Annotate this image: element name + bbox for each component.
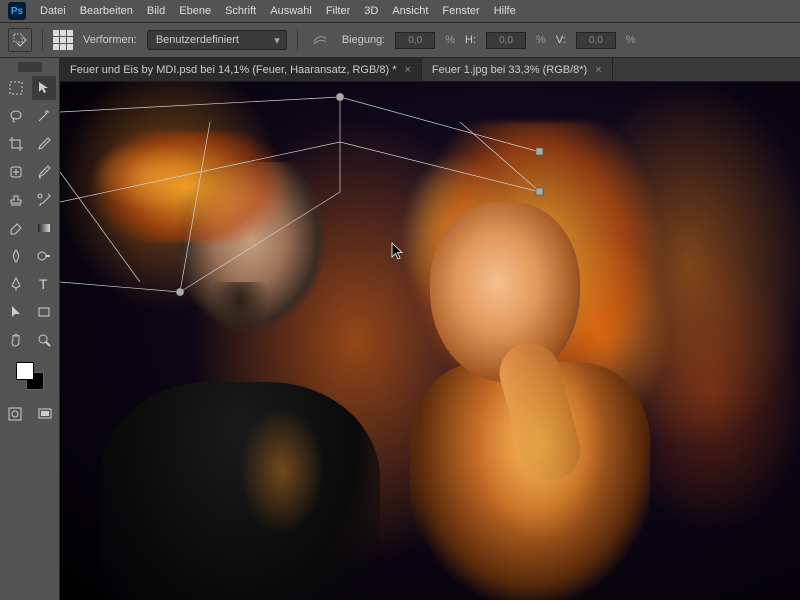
warp-label: Verformen: bbox=[83, 34, 137, 46]
h-label: H: bbox=[465, 34, 476, 46]
divider bbox=[42, 29, 43, 51]
menu-schrift[interactable]: Schrift bbox=[225, 5, 256, 17]
options-bar: Verformen: Benutzerdefiniert Biegung: % … bbox=[0, 22, 800, 58]
percent-sign: % bbox=[626, 34, 636, 46]
bend-input[interactable] bbox=[395, 32, 435, 49]
move-tool[interactable] bbox=[32, 76, 56, 100]
crop-tool[interactable] bbox=[4, 132, 28, 156]
canvas[interactable] bbox=[60, 82, 800, 600]
toolbox: T bbox=[0, 58, 60, 600]
tab-label: Feuer und Eis by MDI.psd bei 14,1% (Feue… bbox=[70, 64, 396, 76]
zoom-tool[interactable] bbox=[32, 328, 56, 352]
menu-bild[interactable]: Bild bbox=[147, 5, 165, 17]
eraser-tool[interactable] bbox=[4, 216, 28, 240]
orientation-icon[interactable] bbox=[308, 28, 332, 52]
history-brush-tool[interactable] bbox=[32, 188, 56, 212]
warp-preset-select[interactable]: Benutzerdefiniert bbox=[147, 30, 287, 50]
app-logo: Ps bbox=[8, 2, 26, 20]
menu-ansicht[interactable]: Ansicht bbox=[392, 5, 428, 17]
healing-brush-tool[interactable] bbox=[4, 160, 28, 184]
marquee-tool[interactable] bbox=[4, 76, 28, 100]
svg-text:T: T bbox=[39, 276, 48, 292]
bend-label: Biegung: bbox=[342, 34, 385, 46]
dodge-tool[interactable] bbox=[32, 244, 56, 268]
percent-sign: % bbox=[445, 34, 455, 46]
color-swatches[interactable] bbox=[16, 362, 44, 390]
document-tabs: Feuer und Eis by MDI.psd bei 14,1% (Feue… bbox=[60, 58, 800, 82]
type-tool[interactable]: T bbox=[32, 272, 56, 296]
rectangle-tool[interactable] bbox=[32, 300, 56, 324]
tab-label: Feuer 1.jpg bei 33,3% (RGB/8*) bbox=[432, 64, 587, 76]
brush-tool[interactable] bbox=[32, 160, 56, 184]
menu-datei[interactable]: Datei bbox=[40, 5, 66, 17]
v-label: V: bbox=[556, 34, 566, 46]
hand-tool[interactable] bbox=[4, 328, 28, 352]
foreground-color[interactable] bbox=[16, 362, 34, 380]
tab-feuer-und-eis[interactable]: Feuer und Eis by MDI.psd bei 14,1% (Feue… bbox=[60, 58, 422, 81]
divider bbox=[297, 29, 298, 51]
menu-3d[interactable]: 3D bbox=[364, 5, 378, 17]
h-input[interactable] bbox=[486, 32, 526, 49]
close-icon[interactable]: × bbox=[595, 64, 601, 76]
toolbox-grip[interactable] bbox=[18, 62, 42, 72]
v-input[interactable] bbox=[576, 32, 616, 49]
stamp-tool[interactable] bbox=[4, 188, 28, 212]
menu-auswahl[interactable]: Auswahl bbox=[270, 5, 312, 17]
document-area: Feuer und Eis by MDI.psd bei 14,1% (Feue… bbox=[60, 58, 800, 600]
menu-bar: Ps Datei Bearbeiten Bild Ebene Schrift A… bbox=[0, 0, 800, 22]
image-content bbox=[60, 82, 800, 600]
tab-feuer-1[interactable]: Feuer 1.jpg bei 33,3% (RGB/8*) × bbox=[422, 58, 613, 81]
close-icon[interactable]: × bbox=[404, 64, 410, 76]
warp-grid-icon[interactable] bbox=[53, 30, 73, 50]
lasso-tool[interactable] bbox=[4, 104, 28, 128]
pen-tool[interactable] bbox=[4, 272, 28, 296]
eyedropper-tool[interactable] bbox=[32, 132, 56, 156]
magic-wand-tool[interactable] bbox=[32, 104, 56, 128]
path-selection-tool[interactable] bbox=[4, 300, 28, 324]
blur-tool[interactable] bbox=[4, 244, 28, 268]
menu-fenster[interactable]: Fenster bbox=[442, 5, 479, 17]
menu-filter[interactable]: Filter bbox=[326, 5, 350, 17]
quick-mask-icon[interactable] bbox=[3, 402, 27, 426]
gradient-tool[interactable] bbox=[32, 216, 56, 240]
menu-hilfe[interactable]: Hilfe bbox=[494, 5, 516, 17]
menu-bearbeiten[interactable]: Bearbeiten bbox=[80, 5, 133, 17]
tool-preset-icon[interactable] bbox=[8, 28, 32, 52]
percent-sign: % bbox=[536, 34, 546, 46]
screen-mode-icon[interactable] bbox=[33, 402, 57, 426]
menu-ebene[interactable]: Ebene bbox=[179, 5, 211, 17]
